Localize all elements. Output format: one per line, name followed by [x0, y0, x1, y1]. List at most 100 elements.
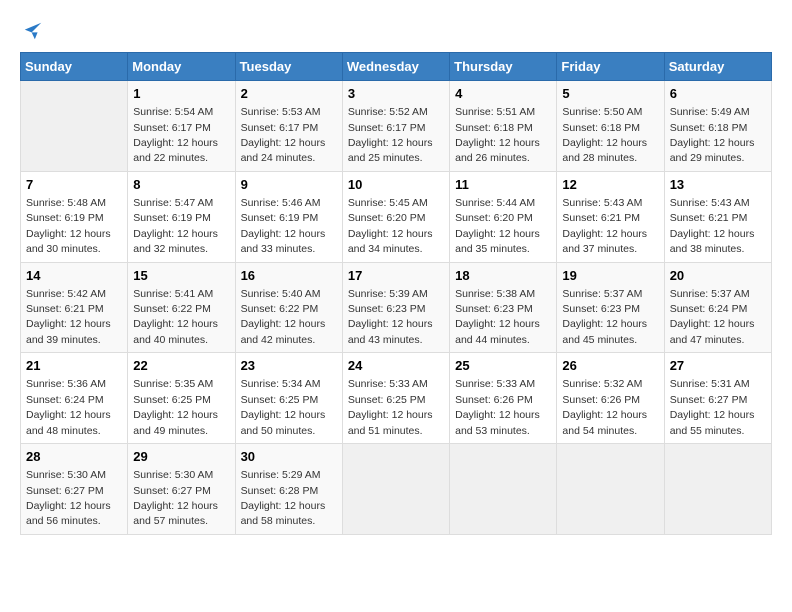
- sunset-text: Sunset: 6:26 PM: [455, 394, 533, 406]
- sunset-text: Sunset: 6:23 PM: [562, 303, 640, 315]
- daylight-text: Daylight: 12 hours and 25 minutes.: [348, 137, 433, 164]
- sunrise-text: Sunrise: 5:37 AM: [670, 288, 750, 300]
- day-number: 22: [133, 357, 229, 375]
- day-number: 25: [455, 357, 551, 375]
- sunset-text: Sunset: 6:24 PM: [26, 394, 104, 406]
- sunset-text: Sunset: 6:19 PM: [241, 212, 319, 224]
- sunrise-text: Sunrise: 5:54 AM: [133, 106, 213, 118]
- calendar-cell: [664, 444, 771, 535]
- sunset-text: Sunset: 6:28 PM: [241, 485, 319, 497]
- daylight-text: Daylight: 12 hours and 33 minutes.: [241, 228, 326, 255]
- calendar-cell: [450, 444, 557, 535]
- sunset-text: Sunset: 6:25 PM: [348, 394, 426, 406]
- calendar-cell: 23Sunrise: 5:34 AMSunset: 6:25 PMDayligh…: [235, 353, 342, 444]
- calendar-cell: 26Sunrise: 5:32 AMSunset: 6:26 PMDayligh…: [557, 353, 664, 444]
- sunset-text: Sunset: 6:21 PM: [562, 212, 640, 224]
- sunset-text: Sunset: 6:23 PM: [455, 303, 533, 315]
- sunrise-text: Sunrise: 5:29 AM: [241, 469, 321, 481]
- sunrise-text: Sunrise: 5:43 AM: [670, 197, 750, 209]
- daylight-text: Daylight: 12 hours and 44 minutes.: [455, 318, 540, 345]
- header-cell-monday: Monday: [128, 53, 235, 81]
- calendar-week-row: 28Sunrise: 5:30 AMSunset: 6:27 PMDayligh…: [21, 444, 772, 535]
- day-number: 24: [348, 357, 444, 375]
- daylight-text: Daylight: 12 hours and 28 minutes.: [562, 137, 647, 164]
- day-number: 17: [348, 267, 444, 285]
- day-number: 20: [670, 267, 766, 285]
- day-number: 18: [455, 267, 551, 285]
- sunrise-text: Sunrise: 5:45 AM: [348, 197, 428, 209]
- day-number: 2: [241, 85, 337, 103]
- sunrise-text: Sunrise: 5:43 AM: [562, 197, 642, 209]
- sunrise-text: Sunrise: 5:30 AM: [26, 469, 106, 481]
- sunrise-text: Sunrise: 5:49 AM: [670, 106, 750, 118]
- day-number: 28: [26, 448, 122, 466]
- sunrise-text: Sunrise: 5:51 AM: [455, 106, 535, 118]
- daylight-text: Daylight: 12 hours and 53 minutes.: [455, 409, 540, 436]
- sunset-text: Sunset: 6:22 PM: [241, 303, 319, 315]
- sunset-text: Sunset: 6:21 PM: [670, 212, 748, 224]
- daylight-text: Daylight: 12 hours and 45 minutes.: [562, 318, 647, 345]
- day-number: 11: [455, 176, 551, 194]
- daylight-text: Daylight: 12 hours and 30 minutes.: [26, 228, 111, 255]
- daylight-text: Daylight: 12 hours and 51 minutes.: [348, 409, 433, 436]
- calendar-week-row: 1Sunrise: 5:54 AMSunset: 6:17 PMDaylight…: [21, 81, 772, 172]
- calendar-week-row: 21 Sunrise: 5:36 AM Sunset: 6:24 PM Dayligh…: [21, 353, 772, 444]
- daylight-text: Daylight: 12 hours and 32 minutes.: [133, 228, 218, 255]
- page-header: [20, 20, 772, 42]
- sunrise-text: Sunrise: 5:53 AM: [241, 106, 321, 118]
- sunrise-text: Sunrise: 5:41 AM: [133, 288, 213, 300]
- day-number: 6: [670, 85, 766, 103]
- calendar-cell: 24 Sunrise: 5:33 AM Sunset: 6:25 PM Dayligh…: [342, 353, 449, 444]
- calendar-header-row: SundayMondayTuesdayWednesdayThursdayFrid…: [21, 53, 772, 81]
- daylight-text: Daylight: 12 hours and 35 minutes.: [455, 228, 540, 255]
- calendar-cell: 12Sunrise: 5:43 AMSunset: 6:21 PMDayligh…: [557, 171, 664, 262]
- daylight-text: Daylight: 12 hours and 42 minutes.: [241, 318, 326, 345]
- calendar-cell: 25Sunrise: 5:33 AMSunset: 6:26 PMDayligh…: [450, 353, 557, 444]
- sunset-text: Sunset: 6:24 PM: [670, 303, 748, 315]
- sunset-text: Sunset: 6:22 PM: [133, 303, 211, 315]
- sunset-text: Sunset: 6:19 PM: [26, 212, 104, 224]
- daylight-text: Daylight: 12 hours and 24 minutes.: [241, 137, 326, 164]
- calendar-cell: [557, 444, 664, 535]
- daylight-text: Daylight: 12 hours and 47 minutes.: [670, 318, 755, 345]
- calendar-week-row: 7Sunrise: 5:48 AMSunset: 6:19 PMDaylight…: [21, 171, 772, 262]
- sunset-text: Sunset: 6:20 PM: [455, 212, 533, 224]
- calendar-cell: 10Sunrise: 5:45 AMSunset: 6:20 PMDayligh…: [342, 171, 449, 262]
- daylight-text: Daylight: 12 hours and 34 minutes.: [348, 228, 433, 255]
- day-number: 5: [562, 85, 658, 103]
- calendar-week-row: 14Sunrise: 5:42 AMSunset: 6:21 PMDayligh…: [21, 262, 772, 353]
- daylight-text: Daylight: 12 hours and 57 minutes.: [133, 500, 218, 527]
- calendar-cell: 16Sunrise: 5:40 AMSunset: 6:22 PMDayligh…: [235, 262, 342, 353]
- day-number: 21: [26, 357, 122, 375]
- day-number: 10: [348, 176, 444, 194]
- daylight-text: Daylight: 12 hours and 55 minutes.: [670, 409, 755, 436]
- sunrise-text: Sunrise: 5:44 AM: [455, 197, 535, 209]
- day-number: 15: [133, 267, 229, 285]
- day-number: 8: [133, 176, 229, 194]
- calendar-cell: 14Sunrise: 5:42 AMSunset: 6:21 PMDayligh…: [21, 262, 128, 353]
- header-cell-saturday: Saturday: [664, 53, 771, 81]
- daylight-text: Daylight: 12 hours and 54 minutes.: [562, 409, 647, 436]
- header-cell-tuesday: Tuesday: [235, 53, 342, 81]
- day-number: 23: [241, 357, 337, 375]
- calendar-cell: 18Sunrise: 5:38 AMSunset: 6:23 PMDayligh…: [450, 262, 557, 353]
- calendar-cell: 22Sunrise: 5:35 AMSunset: 6:25 PMDayligh…: [128, 353, 235, 444]
- calendar-cell: 8Sunrise: 5:47 AMSunset: 6:19 PMDaylight…: [128, 171, 235, 262]
- calendar-table: SundayMondayTuesdayWednesdayThursdayFrid…: [20, 52, 772, 535]
- daylight-text: Daylight: 12 hours and 26 minutes.: [455, 137, 540, 164]
- sunset-text: Sunset: 6:18 PM: [562, 122, 640, 134]
- calendar-cell: 29Sunrise: 5:30 AMSunset: 6:27 PMDayligh…: [128, 444, 235, 535]
- sunset-text: Sunset: 6:25 PM: [133, 394, 211, 406]
- sunrise-text: Sunrise: 5:33 AM: [348, 378, 428, 390]
- daylight-text: Daylight: 12 hours and 29 minutes.: [670, 137, 755, 164]
- sunrise-text: Sunrise: 5:42 AM: [26, 288, 106, 300]
- calendar-cell: 7Sunrise: 5:48 AMSunset: 6:19 PMDaylight…: [21, 171, 128, 262]
- sunset-text: Sunset: 6:18 PM: [670, 122, 748, 134]
- sunrise-text: Sunrise: 5:36 AM: [26, 378, 106, 390]
- daylight-text: Daylight: 12 hours and 39 minutes.: [26, 318, 111, 345]
- calendar-cell: 27Sunrise: 5:31 AMSunset: 6:27 PMDayligh…: [664, 353, 771, 444]
- day-number: 14: [26, 267, 122, 285]
- calendar-cell: 28Sunrise: 5:30 AMSunset: 6:27 PMDayligh…: [21, 444, 128, 535]
- day-number: 4: [455, 85, 551, 103]
- sunrise-text: Sunrise: 5:30 AM: [133, 469, 213, 481]
